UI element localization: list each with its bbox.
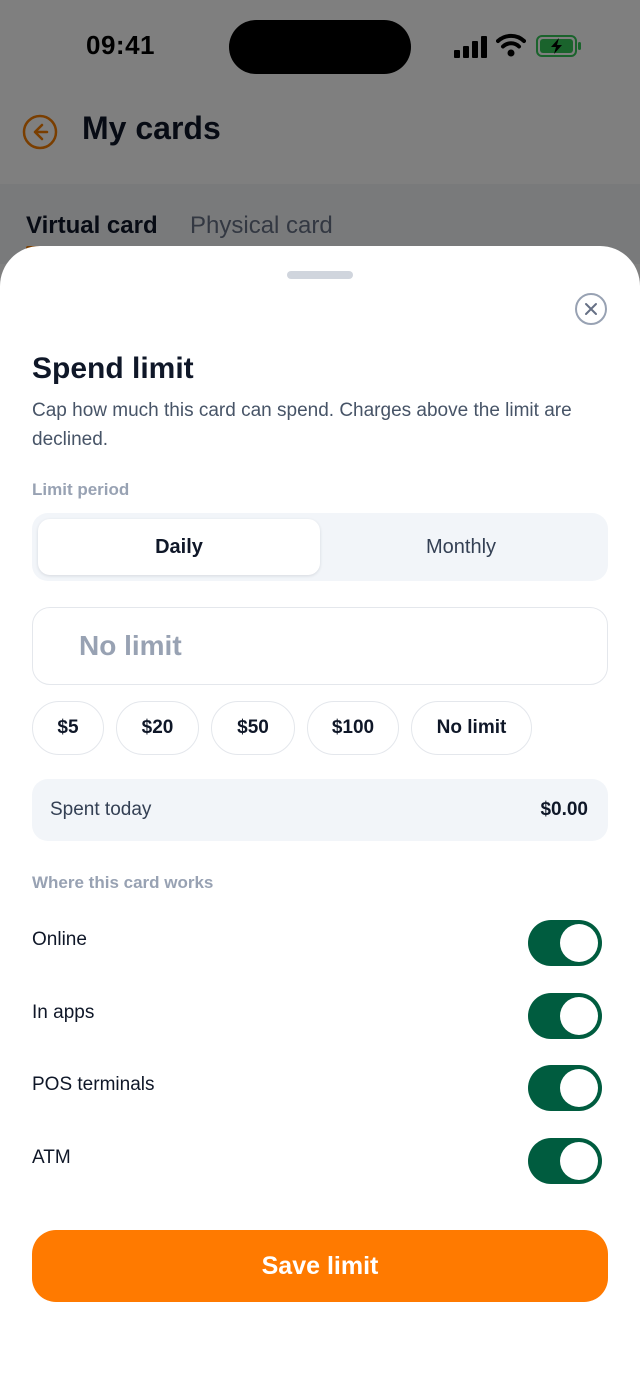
channel-label: ATM [32, 1147, 71, 1168]
toggle-online[interactable] [528, 920, 602, 966]
toggle-pos-terminals[interactable] [528, 1065, 602, 1111]
spent-today-label: Spent today [50, 799, 152, 820]
preset-chip-20[interactable]: $20 [116, 701, 199, 755]
channel-row-atm: ATM [32, 1135, 608, 1185]
toggle-knob [560, 997, 598, 1035]
channel-row-pos-terminals: POS terminals [32, 1062, 608, 1112]
toggle-knob [560, 1142, 598, 1180]
toggle-knob [560, 1069, 598, 1107]
period-option-daily[interactable]: Daily [38, 519, 320, 575]
channel-row-online: Online [32, 917, 608, 967]
channel-label: POS terminals [32, 1074, 155, 1095]
spend-limit-sheet: Spend limit Cap how much this card can s… [0, 246, 640, 1390]
channels-label: Where this card works [32, 873, 214, 892]
channel-label: In apps [32, 1002, 95, 1023]
preset-chip-50[interactable]: $50 [211, 701, 295, 755]
save-limit-button[interactable]: Save limit [32, 1230, 608, 1302]
limit-period-label: Limit period [32, 480, 130, 499]
sheet-description: Cap how much this card can spend. Charge… [32, 400, 572, 450]
preset-chip-no-limit[interactable]: No limit [411, 701, 532, 755]
spent-today-value: $0.00 [540, 799, 588, 820]
close-icon [585, 303, 597, 315]
preset-chip-100[interactable]: $100 [307, 701, 399, 755]
toggle-atm[interactable] [528, 1138, 602, 1184]
sheet-grabber[interactable] [287, 271, 353, 279]
toggle-knob [560, 924, 598, 962]
toggle-in-apps[interactable] [528, 993, 602, 1039]
limit-amount-input[interactable]: No limit [32, 607, 608, 685]
limit-period-selector: Daily Monthly [32, 513, 608, 581]
period-option-monthly[interactable]: Monthly [320, 519, 602, 575]
channel-label: Online [32, 929, 87, 950]
preset-chip-5[interactable]: $5 [32, 701, 104, 755]
close-button[interactable] [575, 293, 607, 325]
channel-row-in-apps: In apps [32, 990, 608, 1040]
spent-today-summary: Spent today $0.00 [32, 779, 608, 841]
sheet-title: Spend limit [32, 352, 194, 385]
